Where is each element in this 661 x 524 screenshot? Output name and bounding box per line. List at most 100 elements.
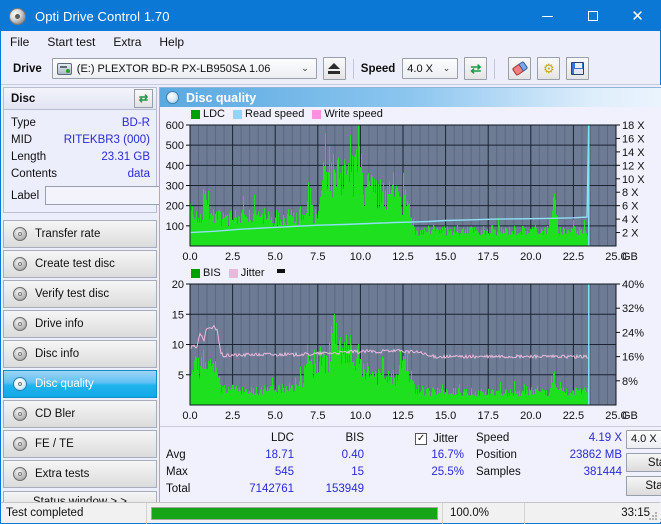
sidebar-item-verify-test-disc[interactable]: Verify test disc [3,280,157,308]
sidebar-item-drive-info[interactable]: Drive info [3,310,157,338]
svg-text:6 X: 6 X [622,201,639,213]
svg-text:200: 200 [166,201,184,213]
progress-track [151,506,438,520]
svg-text:20.0: 20.0 [520,410,541,422]
disc-icon [13,257,27,271]
disc-value-mid: RITEKBR3 (000) [63,133,150,146]
svg-text:18 X: 18 X [622,121,645,132]
svg-text:4 X: 4 X [622,214,639,226]
sidebar-item-fe-te[interactable]: FE / TE [3,430,157,458]
legend-swatch-jitter [228,268,238,278]
stats-header-bis: BIS [345,432,364,444]
legend-swatch-bis [191,268,200,278]
sidebar-item-disc-quality[interactable]: Disc quality [3,370,157,398]
sidebar-item-label: Verify test disc [35,288,110,300]
jitter-toggle[interactable]: ✓ Jitter [364,430,464,447]
legend-item-bis: BIS [191,267,221,279]
disc-refresh-button[interactable]: ⇄ [134,89,153,108]
svg-text:40%: 40% [622,280,644,291]
svg-text:600: 600 [166,121,184,132]
window-controls: ✕ [525,1,660,31]
sidebar-item-transfer-rate[interactable]: Transfer rate [3,220,157,248]
disc-label-row: Label [11,185,216,206]
start-full-button[interactable]: Start full [626,452,661,473]
svg-text:32%: 32% [622,303,644,315]
toolbar-separator-1 [352,58,354,79]
stats-col-bis: BIS 0.40 15 153949 [294,430,364,500]
refresh-button[interactable]: ⇄ [464,57,488,80]
svg-text:0.0: 0.0 [182,410,197,422]
test-speed-value: 4.0 X [631,433,657,446]
stats-header-ldc: LDC [270,432,294,444]
legend-item-read-speed: Read speed [233,108,304,120]
eject-button[interactable] [322,57,346,80]
stats-label-max: Max [166,466,188,478]
stats-label-total: Total [166,483,191,495]
svg-text:8%: 8% [622,376,638,388]
save-button[interactable] [566,57,590,80]
disc-quality-header: Disc quality [160,88,661,107]
info-value-position: 23862 MB [569,449,622,461]
main-body: Disc ⇄ Type BD-R MID RITEKBR3 (000) Leng… [1,85,661,522]
tools-button[interactable]: ⚙ [537,57,561,80]
stats-ldc-avg: 18.71 [265,449,294,461]
minimize-button[interactable] [525,1,570,31]
sidebar-item-label: Extra tests [35,468,90,480]
svg-text:16 X: 16 X [622,133,645,145]
resize-grip-icon[interactable] [648,511,658,521]
legend-label-jitter: Jitter [240,267,265,279]
svg-text:15: 15 [172,309,184,321]
speed-select-value: 4.0 X [407,62,433,75]
disc-icon [13,347,27,361]
stats-bis-total: 153949 [325,483,364,495]
svg-text:17.5: 17.5 [477,251,498,263]
stats-jitter-avg: 16.7% [431,449,464,461]
maximize-button[interactable] [570,1,615,31]
sidebar-item-cd-bler[interactable]: CD Bler [3,400,157,428]
menu-item-file[interactable]: File [10,35,29,49]
stats-header-blank [166,430,216,447]
legend-label-bis: BIS [203,267,221,279]
info-key-speed: Speed [476,432,510,444]
legend-item-write-speed: Write speed [312,108,383,120]
progress-percent: 100.0% [443,502,525,524]
disc-row-length: Length 23.31 GB [11,148,150,165]
menu-item-extra[interactable]: Extra [113,35,141,49]
svg-text:7.5: 7.5 [310,251,325,263]
jitter-checkbox[interactable]: ✓ [415,432,428,445]
statistics-panel: Avg Max Total LDC 18.71 545 7142761 BIS … [160,426,661,500]
elapsed-time: 33:15 [621,507,650,519]
svg-text:7.5: 7.5 [310,410,325,422]
disc-key-type: Type [11,116,36,129]
test-speed-select[interactable]: 4.0 X ⌄ [626,430,661,449]
sidebar-item-create-test-disc[interactable]: Create test disc [3,250,157,278]
drive-label: Drive [13,62,42,75]
refresh-icon: ⇄ [470,61,482,76]
wrench-icon: ⚙ [542,61,555,76]
sidebar-item-disc-info[interactable]: Disc info [3,340,157,368]
sidebar-item-extra-tests[interactable]: Extra tests [3,460,157,488]
disc-value-length: 23.31 GB [101,150,150,163]
disc-key-contents: Contents [11,167,58,180]
drive-toolbar: Drive (E:) PLEXTOR BD-R PX-LB950SA 1.06 … [1,53,660,85]
stats-header-jitter: Jitter [433,432,458,445]
speed-select[interactable]: 4.0 X ⌄ [402,58,459,79]
sidebar-item-label: CD Bler [35,408,76,420]
drive-select[interactable]: (E:) PLEXTOR BD-R PX-LB950SA 1.06 ⌄ [51,58,317,79]
menu-item-help[interactable]: Help [159,35,184,49]
svg-text:2.5: 2.5 [225,251,240,263]
close-button[interactable]: ✕ [615,1,660,31]
window-title: Opti Drive Control 1.70 [35,8,170,24]
svg-text:5.0: 5.0 [268,410,283,422]
app-disc-icon [9,7,26,25]
disc-icon [13,377,27,391]
speed-label: Speed [360,62,396,75]
erase-button[interactable] [508,57,532,80]
menu-item-start-test[interactable]: Start test [47,35,95,49]
legend-label-ldc: LDC [203,108,226,120]
start-part-button[interactable]: Start part [626,476,661,496]
disc-key-mid: MID [11,133,33,146]
menu-bar: File Start test Extra Help [1,31,660,53]
svg-text:22.5: 22.5 [563,410,584,422]
sidebar: Disc ⇄ Type BD-R MID RITEKBR3 (000) Leng… [1,85,216,522]
